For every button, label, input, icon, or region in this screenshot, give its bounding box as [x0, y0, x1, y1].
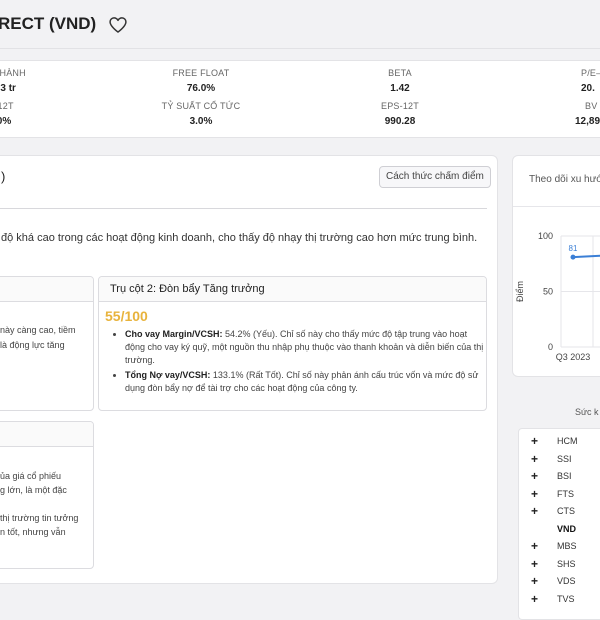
stat-12t: -12T 0% [0, 101, 29, 127]
analysis-card: ) Cách thức chấm điểm độ khá cao trong c… [0, 155, 498, 584]
pillar-1-text: này càng cao, tiềm [0, 325, 76, 335]
stock-title: RECT (VND) [0, 14, 97, 33]
pillar-1-header [0, 277, 93, 302]
peer-ticker: VDS [557, 576, 576, 586]
stat-outstanding: ƯU HÀNH 2.3 tr [0, 68, 29, 94]
pillar-2-card: Trụ cột 2: Đòn bẩy Tăng trưởng 55/100 Ch… [98, 276, 487, 411]
list-item: Cho vay Margin/VCSH: 54.2% (Yếu). Chỉ số… [125, 328, 486, 367]
series-line [572, 254, 600, 259]
peer-ticker: VND [557, 523, 577, 534]
pillar-3-text: ủa giá cổ phiếu [0, 471, 62, 481]
stat-label: FREE FLOAT [172, 68, 230, 78]
stat-value: 20. [581, 83, 595, 94]
stat-label: P/E– [581, 68, 600, 78]
peer-ticker: TVS [557, 593, 575, 604]
chart-title: Theo dõi xu hướ [529, 174, 600, 185]
stat-pe: P/E– 20. [581, 68, 600, 94]
list-item: Tổng Nợ vay/VCSH: 133.1% (Rất Tốt). Chỉ … [125, 369, 486, 395]
stat-free-float: FREE FLOAT 76.0% [151, 68, 251, 94]
pillar-3-text: thị trường tin tưởng [0, 513, 79, 523]
stat-beta: BETA 1.42 [365, 68, 435, 94]
stat-eps: EPS-12T 990.28 [365, 101, 435, 127]
peer-ticker: SSI [557, 453, 572, 464]
stats-card: ƯU HÀNH 2.3 tr FREE FLOAT 76.0% BETA 1.4… [0, 60, 600, 138]
plus-icon[interactable]: + [531, 433, 538, 450]
y-tick-label: 50 [543, 287, 553, 297]
stat-dividend-yield: TỶ SUẤT CỔ TỨC 3.0% [151, 101, 251, 127]
stat-bv: BV 12,89 [575, 101, 600, 127]
plus-icon[interactable]: + [531, 556, 538, 573]
stat-label: TỶ SUẤT CỔ TỨC [161, 101, 241, 111]
peer-ticker: MBS [557, 541, 577, 551]
analysis-summary: độ khá cao trong các hoạt động kinh doan… [1, 232, 478, 244]
pillar-2-header: Trụ cột 2: Đòn bẩy Tăng trưởng [99, 277, 486, 302]
pillar-2-score: 55/100 [105, 308, 148, 324]
plus-icon[interactable]: + [531, 486, 538, 503]
trend-chart-card: Theo dõi xu hướ 100500ĐiểmQ3 2023Q81 [512, 155, 600, 377]
stat-label: ƯU HÀNH [0, 68, 26, 78]
heart-icon[interactable] [108, 15, 128, 35]
stat-label: BETA [388, 68, 412, 78]
plus-icon[interactable]: + [531, 468, 538, 485]
peer-ticker: FTS [557, 488, 574, 499]
peer-ticker: BSI [557, 471, 572, 481]
stat-label: BV [585, 101, 598, 111]
scoring-method-button[interactable]: Cách thức chấm điểm [379, 166, 491, 188]
stat-value: 2.3 tr [0, 83, 16, 94]
y-axis-label: Điểm [515, 281, 525, 302]
stat-label: EPS-12T [381, 101, 419, 111]
pillar-3-card: ủa giá cổ phiếu g lớn, là một đặc thị tr… [0, 421, 94, 569]
divider [0, 208, 487, 209]
stat-value: 0% [0, 116, 12, 127]
analysis-title: ) [1, 169, 6, 184]
metric-label: Cho vay Margin/VCSH: [125, 329, 223, 339]
plus-icon[interactable]: + [531, 538, 538, 555]
stat-value: 76.0% [186, 83, 216, 94]
plus-icon[interactable]: + [531, 451, 538, 468]
strength-title: Sức k [575, 407, 599, 417]
plus-icon[interactable]: + [531, 573, 538, 590]
trend-chart: 100500ĐiểmQ3 2023Q81 [515, 231, 600, 362]
peer-ticker: CTS [557, 506, 575, 516]
stat-value: 12,89 [575, 116, 600, 127]
peer-list: + HCM + SSI + BSI + FTS + CTS VND + MBS + SHS + VDS + TVS [518, 428, 600, 620]
y-tick-label: 100 [538, 231, 553, 241]
data-label: 81 [569, 244, 578, 253]
data-point [570, 254, 576, 260]
y-tick-label: 0 [548, 342, 553, 352]
stat-value: 3.0% [189, 116, 213, 127]
plus-icon[interactable]: + [531, 591, 538, 608]
pillar-2-list: Cho vay Margin/VCSH: 54.2% (Yếu). Chỉ số… [99, 328, 486, 395]
pillar-3-text: n tốt, nhưng vẫn [0, 527, 66, 537]
plus-icon[interactable]: + [531, 503, 538, 520]
x-tick-label: Q3 2023 [556, 352, 591, 362]
pillar-3-header [0, 422, 93, 447]
pillar-1-card: này càng cao, tiềm là động lực tăng [0, 276, 94, 411]
page-header: RECT (VND) [0, 0, 600, 49]
pillar-3-text: g lớn, là một đặc [0, 485, 67, 495]
peer-ticker: HCM [557, 436, 578, 446]
stat-value: 990.28 [384, 116, 416, 127]
stat-label: -12T [0, 101, 14, 111]
peer-ticker: SHS [557, 558, 576, 569]
metric-label: Tổng Nợ vay/VCSH: [125, 370, 211, 380]
stat-value: 1.42 [390, 83, 410, 94]
pillar-1-text: là động lực tăng [0, 340, 65, 350]
